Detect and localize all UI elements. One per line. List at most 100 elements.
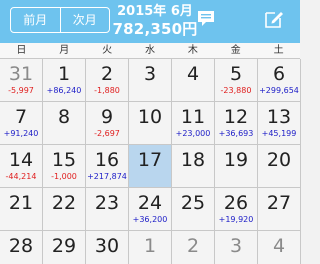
speech-bubble-icon[interactable] [196, 9, 216, 29]
day-number: 16 [94, 149, 120, 171]
expense-amount: -1,000 [51, 172, 77, 181]
day-number: 20 [266, 149, 292, 171]
calendar-day[interactable]: 8 [43, 102, 86, 145]
calendar-day[interactable]: 1 [129, 231, 172, 264]
day-number: 25 [180, 192, 206, 214]
calendar-day[interactable]: 16 +217,874 [86, 145, 129, 188]
prev-month-button[interactable]: 前月 [11, 8, 60, 32]
calendar-day[interactable]: 20 [258, 145, 301, 188]
day-number: 4 [272, 235, 286, 257]
day-number: 4 [186, 63, 200, 85]
day-number: 18 [180, 149, 206, 171]
day-number: 2 [100, 63, 114, 85]
calendar-day[interactable]: 9 -2,697 [86, 102, 129, 145]
weekday-label: 日 [16, 45, 27, 56]
expense-amount: -23,880 [220, 86, 252, 95]
weekday-label: 火 [102, 45, 113, 56]
day-number: 11 [180, 106, 206, 128]
day-number: 1 [57, 63, 71, 85]
calendar-day[interactable]: 1 +86,240 [43, 59, 86, 102]
expense-amount: -5,997 [8, 86, 34, 95]
income-amount: +23,000 [175, 129, 211, 138]
day-number: 9 [100, 106, 114, 128]
day-number: 15 [51, 149, 77, 171]
calendar-day[interactable]: 4 [258, 231, 301, 264]
day-number: 10 [137, 106, 163, 128]
calendar-day[interactable]: 12 +36,693 [215, 102, 258, 145]
calendar-day-today[interactable]: 17 [129, 145, 172, 188]
month-summary: 2015年 6月 782,350円 [112, 3, 198, 39]
calendar-day[interactable]: 3 [129, 59, 172, 102]
calendar-day[interactable]: 30 [86, 231, 129, 264]
calendar-day[interactable]: 21 [0, 188, 43, 231]
calendar-day[interactable]: 31 -5,997 [0, 59, 43, 102]
day-number: 26 [223, 192, 249, 214]
calendar-day[interactable]: 7 +91,240 [0, 102, 43, 145]
day-number: 5 [229, 63, 243, 85]
calendar-day[interactable]: 4 [172, 59, 215, 102]
calendar-grid: 31 -5,997 1 +86,240 2 -1,880 3 4 5 -23,880 6 +299,6… [0, 59, 301, 264]
weekday-header: 日月火水木金土 [0, 43, 300, 59]
calendar-day[interactable]: 2 [172, 231, 215, 264]
day-number: 29 [51, 235, 77, 257]
income-amount: +36,693 [218, 129, 254, 138]
calendar-day[interactable]: 18 [172, 145, 215, 188]
expense-amount: -44,214 [5, 172, 37, 181]
calendar-day[interactable]: 24 +36,200 [129, 188, 172, 231]
calendar-day[interactable]: 5 -23,880 [215, 59, 258, 102]
day-number: 13 [266, 106, 292, 128]
calendar-day[interactable]: 28 [0, 231, 43, 264]
calendar-day[interactable]: 22 [43, 188, 86, 231]
income-amount: +36,200 [132, 215, 168, 224]
day-number: 28 [8, 235, 34, 257]
day-number: 21 [8, 192, 34, 214]
day-number: 8 [57, 106, 71, 128]
calendar-day[interactable]: 29 [43, 231, 86, 264]
calendar-day[interactable]: 2 -1,880 [86, 59, 129, 102]
day-number: 30 [94, 235, 120, 257]
month-switcher: 前月 次月 [10, 7, 110, 33]
calendar-day[interactable]: 26 +19,920 [215, 188, 258, 231]
weekday-label: 金 [230, 45, 241, 56]
weekday-label: 土 [273, 45, 284, 56]
day-number: 17 [137, 149, 163, 171]
calendar-day[interactable]: 6 +299,654 [258, 59, 301, 102]
calendar-day[interactable]: 23 [86, 188, 129, 231]
expense-amount: -1,880 [94, 86, 120, 95]
day-number: 7 [14, 106, 28, 128]
day-number: 6 [272, 63, 286, 85]
day-number: 27 [266, 192, 292, 214]
day-number: 22 [51, 192, 77, 214]
income-amount: +45,199 [261, 129, 297, 138]
day-number: 3 [229, 235, 243, 257]
weekday-label: 水 [145, 45, 155, 56]
income-amount: +217,874 [87, 172, 127, 181]
next-month-button[interactable]: 次月 [59, 8, 110, 32]
day-number: 23 [94, 192, 120, 214]
income-amount: +86,240 [46, 86, 82, 95]
calendar-day[interactable]: 13 +45,199 [258, 102, 301, 145]
edit-square-icon[interactable] [263, 8, 285, 30]
income-amount: +299,654 [259, 86, 299, 95]
weekday-label: 木 [187, 45, 198, 56]
day-number: 12 [223, 106, 249, 128]
monthly-total: 782,350円 [112, 20, 198, 38]
calendar-day[interactable]: 3 [215, 231, 258, 264]
day-number: 3 [143, 63, 157, 85]
calendar-day[interactable]: 14 -44,214 [0, 145, 43, 188]
calendar-day[interactable]: 11 +23,000 [172, 102, 215, 145]
calendar-day[interactable]: 25 [172, 188, 215, 231]
day-number: 24 [137, 192, 163, 214]
calendar-day[interactable]: 15 -1,000 [43, 145, 86, 188]
weekday-label: 月 [59, 45, 70, 56]
day-number: 31 [8, 63, 34, 85]
calendar-day[interactable]: 19 [215, 145, 258, 188]
header-bar: 前月 次月 2015年 6月 782,350円 [0, 0, 300, 43]
calendar-day[interactable]: 10 [129, 102, 172, 145]
calendar-day[interactable]: 27 [258, 188, 301, 231]
day-number: 19 [223, 149, 249, 171]
day-number: 1 [143, 235, 157, 257]
day-number: 2 [186, 235, 200, 257]
day-number: 14 [8, 149, 34, 171]
income-amount: +91,240 [3, 129, 39, 138]
